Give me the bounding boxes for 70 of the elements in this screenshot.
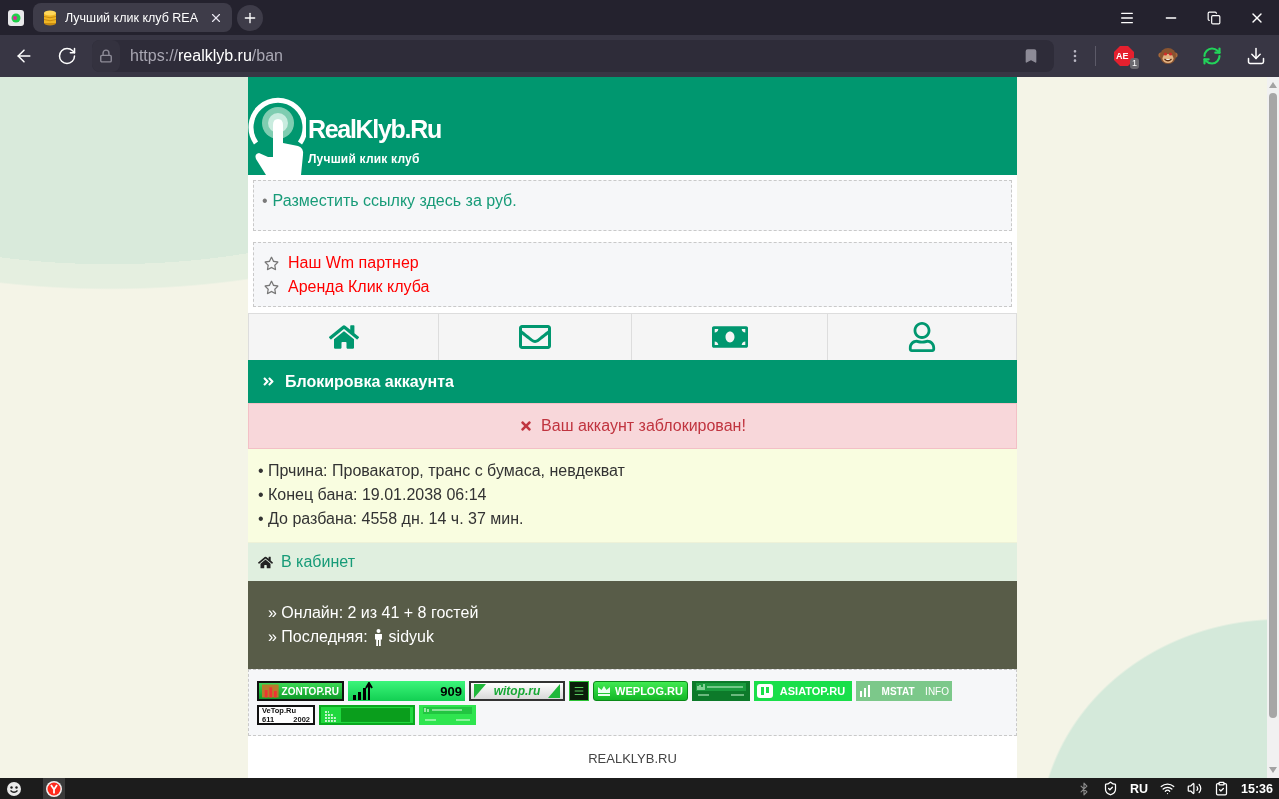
home-icon: [258, 554, 273, 570]
star-icon: [264, 279, 279, 295]
taskbar-app-button[interactable]: [43, 778, 65, 799]
progress-bar-icon: [340, 708, 410, 722]
logo-subtitle: Лучший клик клуб: [308, 152, 421, 167]
wifi-icon[interactable]: [1160, 781, 1175, 796]
nav-button[interactable]: [439, 314, 632, 360]
coins-icon: [43, 9, 57, 26]
promo-link[interactable]: Разместить ссылку здесь за руб.: [272, 192, 517, 209]
extension-button[interactable]: AE: [1114, 46, 1134, 66]
address-field[interactable]: https://realklyb.ru/ban: [92, 40, 1054, 72]
cabinet-link[interactable]: В кабинет: [281, 553, 355, 571]
counter-banner[interactable]: 909: [348, 681, 465, 701]
nav-button[interactable]: [828, 314, 1017, 360]
nav-button[interactable]: [248, 314, 439, 360]
section-title: Блокировка аккаунта: [285, 372, 454, 391]
download-icon[interactable]: [1246, 46, 1266, 66]
reload-icon[interactable]: [57, 46, 77, 66]
ban-detail-text: • До разбана: 4558 дн. 14 ч. 37 мин.: [258, 509, 524, 529]
online-text: » Онлайн: 2 из 41 + 8 гостей: [268, 603, 479, 623]
ban-detail-text: • Прчина: Провакатор, транс с бумаса, невдекват: [258, 461, 625, 481]
keyboard-layout-text[interactable]: RU: [1129, 781, 1148, 796]
nav-button[interactable]: [632, 314, 828, 360]
url-text: https://realklyb.ru/ban: [130, 47, 283, 65]
counter-banner[interactable]: WEPLOG.RU: [593, 681, 688, 701]
partner-link[interactable]: Аренда Клик клуба: [288, 275, 430, 299]
crown-icon: [597, 685, 611, 697]
counter-banner[interactable]: witop.ru: [469, 681, 565, 701]
person-icon: [373, 628, 383, 646]
volume-icon[interactable]: [1187, 781, 1202, 796]
last-visitor-label: » Последняя:: [268, 627, 368, 647]
bar-chart-icon: [859, 685, 871, 697]
alert-message: Ваш аккаунт заблокирован!: [541, 417, 746, 435]
monkey-icon[interactable]: [1158, 46, 1178, 66]
counter-graph-icon: [422, 706, 473, 724]
counter-banner[interactable]: MSTAT INFO: [856, 681, 952, 701]
round-logo-icon: [46, 780, 62, 797]
star-icon: [264, 255, 279, 271]
footer-site-name: REALKLYB.RU: [588, 751, 677, 766]
home-icon: [328, 322, 359, 352]
list-bullet: •: [262, 192, 268, 209]
smiley-icon[interactable]: [6, 780, 22, 797]
partner-link[interactable]: Наш Wm партнер: [288, 251, 419, 275]
lock-button[interactable]: [92, 40, 120, 72]
clipboard-icon[interactable]: [1214, 781, 1229, 796]
bookmark-icon[interactable]: [1023, 48, 1039, 64]
new-tab-button[interactable]: [237, 4, 263, 31]
ban-detail-text: • Конец бана: 19.01.2038 06:14: [258, 485, 487, 505]
badge-count: 1: [1130, 58, 1139, 69]
cross-icon: [519, 419, 534, 433]
bar-chart-icon: [262, 684, 279, 698]
counter-banner[interactable]: ZONTOP.RU: [257, 681, 344, 701]
chevrons-icon: [262, 375, 275, 388]
scrollbar-thumb[interactable]: [1269, 93, 1277, 718]
shield-icon[interactable]: [1102, 781, 1118, 796]
browser-tab[interactable]: Лучший клик клуб REA: [33, 3, 232, 32]
app-icon[interactable]: [8, 9, 24, 26]
sync-icon[interactable]: [1202, 46, 1222, 66]
logo-title: RealKlyb.Ru: [308, 115, 441, 143]
user-icon: [907, 322, 937, 352]
rising-bars-icon: [351, 682, 373, 700]
counter-banner[interactable]: [569, 681, 589, 701]
corner-triangle-icon: [548, 684, 560, 698]
username-link[interactable]: sidyuk: [388, 625, 434, 649]
equalizer-icon: [324, 708, 338, 722]
lock-icon: [99, 49, 113, 63]
corner-triangle-icon: [474, 684, 486, 698]
restore-icon[interactable]: [1207, 10, 1221, 25]
clock-text[interactable]: 15:36: [1241, 781, 1273, 796]
chat-logo-icon: [757, 684, 773, 698]
